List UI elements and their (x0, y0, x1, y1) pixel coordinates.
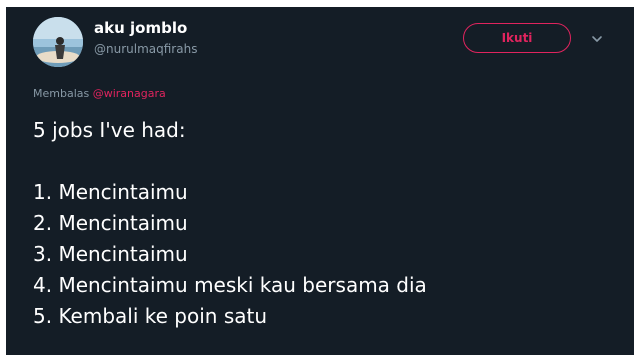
tweet-heading: 5 jobs I've had: (33, 118, 186, 142)
user-display-name[interactable]: aku jomblo (94, 19, 187, 37)
follow-button[interactable]: Ikuti (463, 23, 571, 53)
avatar-photo (33, 17, 83, 67)
tweet-line: 2. Mencintaimu (33, 211, 188, 235)
avatar[interactable] (33, 17, 83, 67)
tweet-card: aku jomblo @nurulmaqfirahs Ikuti Membala… (6, 7, 634, 355)
reply-mention-link[interactable]: @wiranagara (93, 87, 166, 100)
chevron-down-icon[interactable] (590, 31, 604, 45)
reply-prefix: Membalas (33, 87, 90, 100)
tweet-line: 5. Kembali ke poin satu (33, 304, 268, 328)
tweet-line: 4. Mencintaimu meski kau bersama dia (33, 273, 427, 297)
tweet-line: 1. Mencintaimu (33, 180, 188, 204)
user-handle[interactable]: @nurulmaqfirahs (94, 42, 197, 56)
reply-context: Membalas @wiranagara (33, 87, 166, 100)
tweet-text: 5 jobs I've had: 1. Mencintaimu 2. Menci… (33, 115, 427, 332)
screenshot-frame: aku jomblo @nurulmaqfirahs Ikuti Membala… (0, 0, 640, 360)
tweet-line: 3. Mencintaimu (33, 242, 188, 266)
